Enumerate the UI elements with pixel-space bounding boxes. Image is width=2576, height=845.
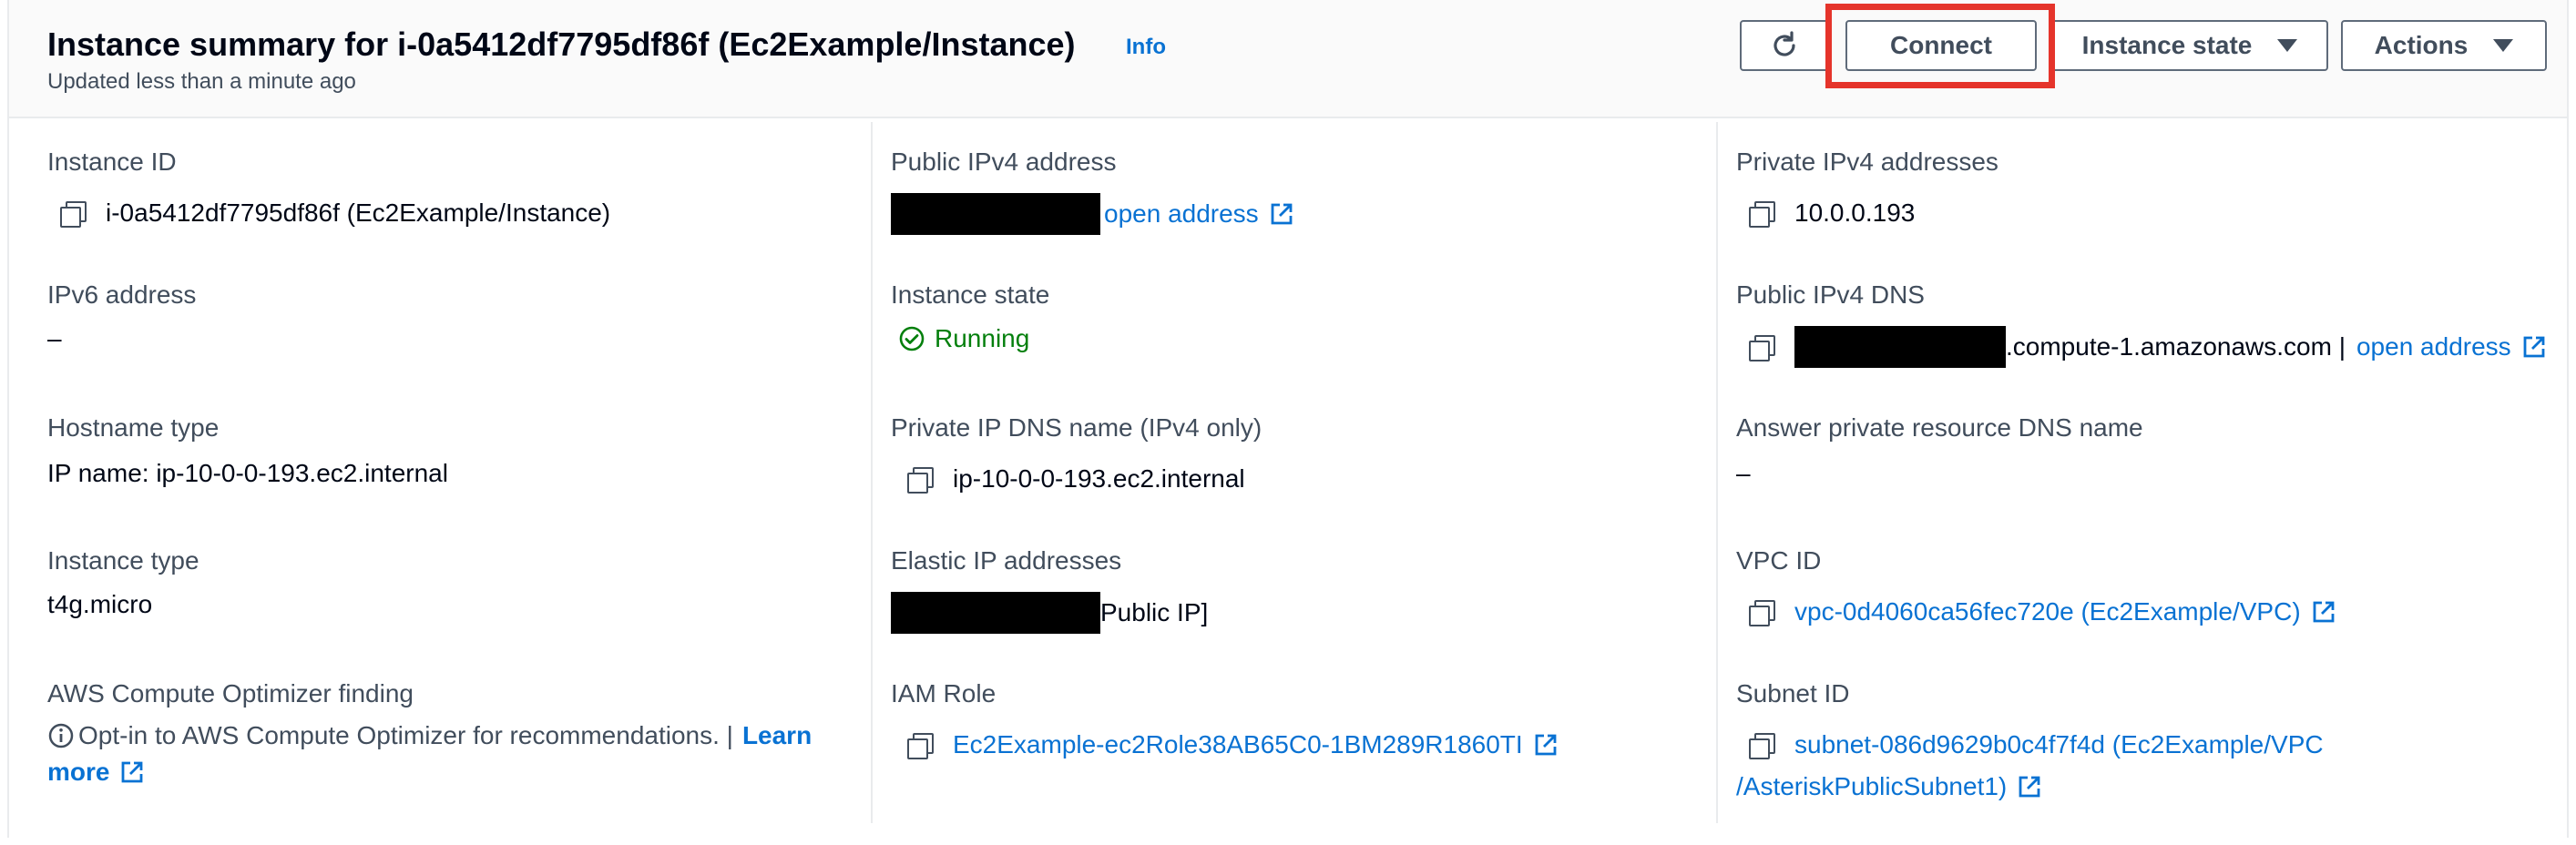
refresh-icon xyxy=(1774,31,1795,56)
public-dns-open-address-link[interactable]: open address xyxy=(2356,332,2511,361)
vpc-id-link[interactable]: vpc-0d4060ca56fec720e (Ec2Example/VPC) xyxy=(1794,597,2301,626)
private-ipv4-text: 10.0.0.193 xyxy=(1794,199,1916,227)
compute-optimizer-value: Opt-in to AWS Compute Optimizer for reco… xyxy=(47,721,812,750)
private-dns-text: ip-10-0-0-193.ec2.internal xyxy=(953,464,1245,493)
instance-state-label: Instance state xyxy=(2081,31,2253,59)
ipv6-value: – xyxy=(47,324,62,352)
copy-icon[interactable] xyxy=(905,465,934,494)
public-dns-text: .compute-1.amazonaws.com | xyxy=(2006,332,2346,361)
private-dns-value: ip-10-0-0-193.ec2.internal xyxy=(905,464,1245,494)
redacted-block xyxy=(1794,326,2006,368)
caret-down-icon xyxy=(2277,39,2298,52)
answer-dns-label: Answer private resource DNS name xyxy=(1736,413,2143,442)
private-dns-label: Private IP DNS name (IPv4 only) xyxy=(891,413,1262,442)
vpc-id-value: vpc-0d4060ca56fec720e (Ec2Example/VPC) xyxy=(1747,597,2336,626)
refresh-button[interactable] xyxy=(1740,20,1829,71)
elastic-ip-label: Elastic IP addresses xyxy=(891,546,1122,575)
subnet-id-value-continued: /AsteriskPublicSubnet1) xyxy=(1736,772,2041,801)
instance-id-value: i-0a5412df7795df86f (Ec2Example/Instance… xyxy=(58,199,610,228)
hostname-type-value: IP name: ip-10-0-0-193.ec2.internal xyxy=(47,459,448,487)
external-link-icon xyxy=(2313,601,2335,623)
private-ipv4-value: 10.0.0.193 xyxy=(1747,199,1915,228)
hostname-type-label: Hostname type xyxy=(47,413,220,442)
instance-id-label: Instance ID xyxy=(47,148,177,176)
public-ipv4-value: open address xyxy=(891,193,1293,235)
copy-icon[interactable] xyxy=(1747,199,1775,228)
subnet-id-link-line2[interactable]: /AsteriskPublicSubnet1) xyxy=(1736,772,2007,801)
subnet-id-value: subnet-086d9629b0c4f7f4d (Ec2Example/VPC xyxy=(1747,730,2324,759)
info-link[interactable]: Info xyxy=(1126,35,1166,60)
redacted-block xyxy=(891,193,1100,235)
compute-optimizer-text: Opt-in to AWS Compute Optimizer for reco… xyxy=(78,721,733,749)
instance-id-text: i-0a5412df7795df86f (Ec2Example/Instance… xyxy=(106,199,611,227)
subnet-id-label: Subnet ID xyxy=(1736,679,1850,708)
public-ipv4-open-address-link[interactable]: open address xyxy=(1104,199,1259,229)
answer-dns-value: – xyxy=(1736,459,1751,487)
subnet-id-link[interactable]: subnet-086d9629b0c4f7f4d (Ec2Example/VPC xyxy=(1794,730,2324,759)
instance-state-field-label: Instance state xyxy=(891,280,1050,309)
iam-role-label: IAM Role xyxy=(891,679,997,708)
compute-optimizer-label: AWS Compute Optimizer finding xyxy=(47,679,414,708)
learn-more-link-line2[interactable]: more xyxy=(47,758,109,787)
vpc-id-label: VPC ID xyxy=(1736,546,1822,575)
check-circle-icon xyxy=(899,326,925,351)
learn-more-link-continued[interactable]: more xyxy=(47,758,144,787)
panel-header: Instance summary for i-0a5412df7795df86f… xyxy=(9,0,2567,118)
column-divider xyxy=(871,122,873,823)
instance-type-value: t4g.micro xyxy=(47,590,153,618)
ipv6-label: IPv6 address xyxy=(47,280,197,309)
public-dns-label: Public IPv4 DNS xyxy=(1736,280,1925,309)
public-ipv4-label: Public IPv4 address xyxy=(891,148,1117,176)
public-dns-value: .compute-1.amazonaws.com | open address xyxy=(1747,326,2546,368)
copy-icon[interactable] xyxy=(1747,333,1775,361)
actions-dropdown[interactable]: Actions xyxy=(2341,20,2547,71)
iam-role-value: Ec2Example-ec2Role38AB65C0-1BM289R1860TI xyxy=(905,730,1558,759)
instance-state-dropdown[interactable]: Instance state xyxy=(2051,20,2328,71)
elastic-ip-value: Public IP] xyxy=(891,592,1208,634)
learn-more-link[interactable]: Learn xyxy=(742,721,812,750)
updated-timestamp: Updated less than a minute ago xyxy=(47,69,356,94)
running-status-text: Running xyxy=(935,324,1030,352)
redacted-block xyxy=(891,592,1100,634)
page-title: Instance summary for i-0a5412df7795df86f… xyxy=(47,25,1076,63)
info-circle-icon xyxy=(48,723,74,748)
connect-button[interactable]: Connect xyxy=(1845,20,2037,71)
external-link-icon xyxy=(1535,734,1557,756)
instance-summary-panel: Instance summary for i-0a5412df7795df86f… xyxy=(7,0,2569,838)
external-link-icon xyxy=(122,761,143,783)
elastic-ip-text: Public IP] xyxy=(1100,598,1209,626)
iam-role-link[interactable]: Ec2Example-ec2Role38AB65C0-1BM289R1860TI xyxy=(953,730,1523,759)
external-link-icon xyxy=(2019,776,2040,798)
copy-icon[interactable] xyxy=(1747,598,1775,626)
instance-state-value: Running xyxy=(898,324,1029,353)
actions-label: Actions xyxy=(2374,31,2469,59)
copy-icon[interactable] xyxy=(905,731,934,759)
connect-button-label: Connect xyxy=(1890,31,1992,59)
copy-icon[interactable] xyxy=(58,199,87,228)
column-divider xyxy=(1716,122,1718,823)
private-ipv4-label: Private IPv4 addresses xyxy=(1736,148,1998,176)
instance-type-label: Instance type xyxy=(47,546,199,575)
external-link-icon xyxy=(1271,203,1293,225)
external-link-icon xyxy=(2523,336,2545,358)
copy-icon[interactable] xyxy=(1747,731,1775,759)
caret-down-icon xyxy=(2493,39,2514,52)
